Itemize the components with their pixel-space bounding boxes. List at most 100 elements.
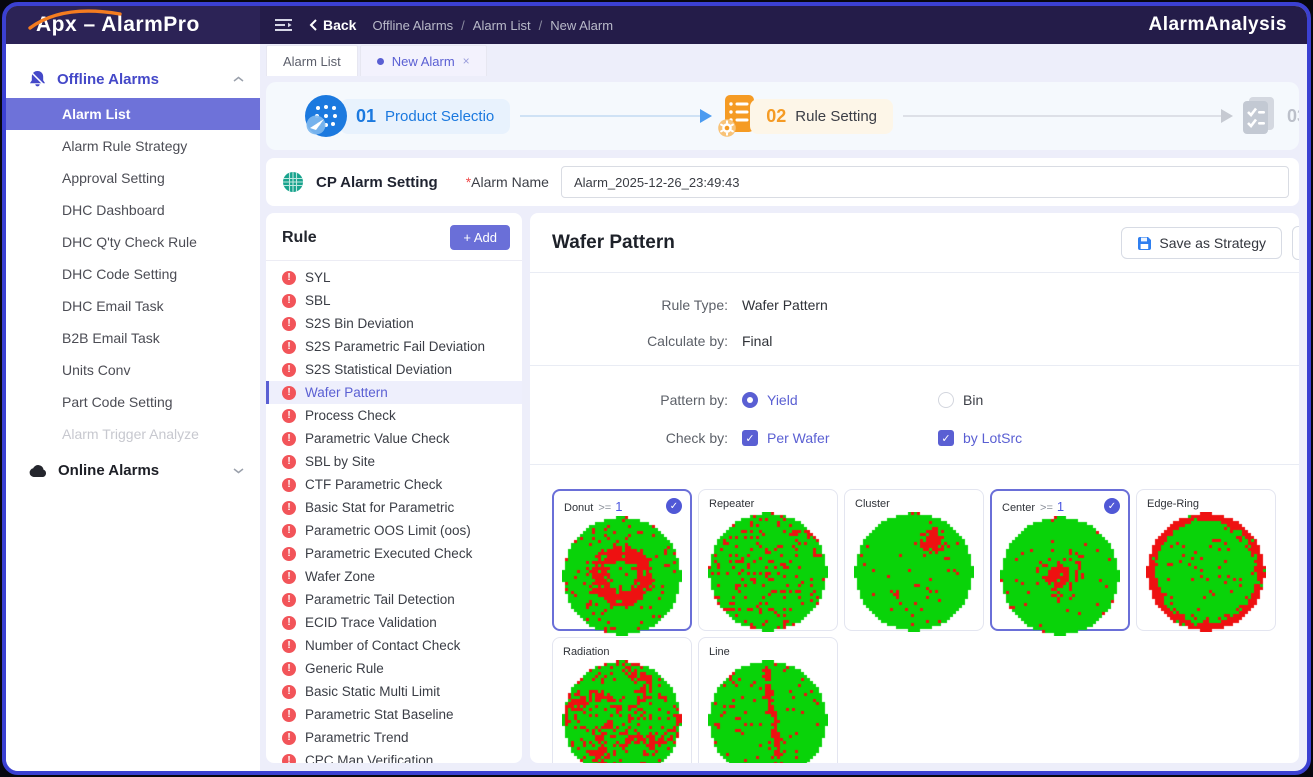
rule-item[interactable]: !Parametric Stat Baseline (266, 703, 522, 726)
breadcrumb-item[interactable]: Alarm List (473, 18, 531, 33)
main-area: Alarm List New Alarm × (260, 44, 1307, 771)
rule-item[interactable]: !Generic Rule (266, 657, 522, 680)
sidebar-item-dhc-code-setting[interactable]: DHC Code Setting (6, 258, 260, 290)
pattern-card-center[interactable]: Center>=1✓ (990, 489, 1130, 631)
rule-item[interactable]: ! SYL (266, 266, 522, 289)
close-icon[interactable]: × (463, 54, 470, 68)
rule-item[interactable]: !Wafer Pattern (266, 381, 522, 404)
rule-label: SYL (305, 270, 331, 285)
breadcrumb-item[interactable]: New Alarm (550, 18, 613, 33)
sidebar-item-dhc-dashboard[interactable]: DHC Dashboard (6, 194, 260, 226)
product-selection-icon (304, 94, 348, 138)
check-badge-icon: ✓ (1104, 498, 1120, 514)
pattern-card-cluster[interactable]: Cluster (844, 489, 984, 631)
rule-item[interactable]: !Basic Static Multi Limit (266, 680, 522, 703)
rule-item[interactable]: !Number of Contact Check (266, 634, 522, 657)
error-icon: ! (282, 294, 296, 308)
error-icon: ! (282, 271, 296, 285)
error-icon: ! (282, 708, 296, 722)
alarm-name-input[interactable] (561, 166, 1289, 198)
chevron-up-icon[interactable] (233, 76, 244, 83)
threshold-value[interactable]: 1 (1057, 499, 1064, 514)
sidebar-item-alarm-trigger-analyze[interactable]: Alarm Trigger Analyze (6, 418, 260, 450)
wizard-step-product-selection[interactable]: 01 Product Selectio (304, 94, 510, 138)
rule-label: Wafer Pattern (305, 385, 388, 400)
step-number: 02 (766, 106, 786, 127)
pattern-card-header: Line (699, 638, 837, 658)
pattern-card-header: Edge-Ring (1137, 490, 1275, 510)
pattern-name: Radiation (563, 646, 609, 658)
pattern-name: Repeater (709, 498, 754, 510)
error-icon: ! (282, 731, 296, 745)
wizard-step-rule-setting[interactable]: 02 Rule Setting (716, 94, 893, 138)
back-label: Back (323, 17, 356, 33)
breadcrumb-separator: / (539, 18, 543, 33)
rule-item[interactable]: !Parametric Value Check (266, 427, 522, 450)
rule-item[interactable]: ! Parametric Trend (266, 726, 522, 749)
pattern-card-radiation[interactable]: Radiation (552, 637, 692, 763)
sidebar-item-dhc-email-task[interactable]: DHC Email Task (6, 290, 260, 322)
detail-form: Rule Type: Wafer Pattern Calculate by: F… (530, 273, 1299, 365)
sidebar-item-approval-setting[interactable]: Approval Setting (6, 162, 260, 194)
calculate-by-value: Final (742, 333, 772, 349)
wafer-map (854, 512, 974, 632)
pattern-name: Line (709, 646, 730, 658)
rule-label: Parametric Trend (305, 730, 409, 745)
sidebar-item-part-code-setting[interactable]: Part Code Setting (6, 386, 260, 418)
threshold-value[interactable]: 1 (615, 499, 622, 514)
rule-item[interactable]: !SBL by Site (266, 450, 522, 473)
sidebar-section-offline-alarms[interactable]: Offline Alarms (6, 60, 260, 98)
breadcrumb-item[interactable]: Offline Alarms (372, 18, 453, 33)
back-button[interactable]: Back (309, 17, 356, 33)
more-actions-button[interactable] (1292, 226, 1299, 260)
tab-new-alarm[interactable]: New Alarm × (360, 45, 487, 76)
rule-item[interactable]: !Parametric Executed Check (266, 542, 522, 565)
radio-yield[interactable]: Yield (742, 392, 938, 408)
rule-item[interactable]: !CTF Parametric Check (266, 473, 522, 496)
wafer-map (708, 512, 828, 632)
rule-detail-panel: Wafer Pattern Save as Strategy Rule Type… (530, 213, 1299, 763)
pattern-card-line[interactable]: Line (698, 637, 838, 763)
wizard-step-3[interactable]: 03 (1237, 94, 1299, 138)
tab-alarm-list[interactable]: Alarm List (266, 45, 358, 76)
pattern-by-label: Pattern by: (530, 392, 728, 408)
menu-icon[interactable] (274, 18, 293, 32)
add-rule-button[interactable]: + Add (450, 225, 510, 250)
pattern-card-donut[interactable]: Donut>=1✓ (552, 489, 692, 631)
pattern-card-repeater[interactable]: Repeater (698, 489, 838, 631)
rule-item[interactable]: !S2S Parametric Fail Deviation (266, 335, 522, 358)
step-label: Product Selectio (385, 108, 494, 125)
rule-item[interactable]: !Wafer Zone (266, 565, 522, 588)
rule-panel-header: Rule + Add (266, 223, 522, 261)
checkbox-by-lotsrc[interactable]: ✓ by LotSrc (938, 430, 1022, 446)
radio-unselected-icon (938, 392, 954, 408)
save-as-strategy-button[interactable]: Save as Strategy (1121, 227, 1282, 259)
chevron-left-icon (309, 19, 317, 31)
sidebar-item-alarm-rule-strategy[interactable]: Alarm Rule Strategy (6, 130, 260, 162)
rule-panel-title: Rule (282, 229, 317, 247)
sidebar-item-dhc-q-ty-check-rule[interactable]: DHC Q'ty Check Rule (6, 226, 260, 258)
checkbox-per-wafer[interactable]: ✓ Per Wafer (742, 430, 938, 446)
rule-type-value: Wafer Pattern (742, 297, 828, 313)
sidebar-item-alarm-list[interactable]: Alarm List (6, 98, 260, 130)
sidebar-item-b2b-email-task[interactable]: B2B Email Task (6, 322, 260, 354)
rule-item[interactable]: !Process Check (266, 404, 522, 427)
rule-item[interactable]: !Parametric OOS Limit (oos) (266, 519, 522, 542)
pattern-card-edge-ring[interactable]: Edge-Ring (1136, 489, 1276, 631)
radio-bin[interactable]: Bin (938, 392, 983, 408)
error-icon: ! (282, 524, 296, 538)
check-badge-icon: ✓ (666, 498, 682, 514)
rule-item[interactable]: !S2S Statistical Deviation (266, 358, 522, 381)
step-label: Rule Setting (795, 108, 877, 125)
rule-item[interactable]: !Basic Stat for Parametric (266, 496, 522, 519)
rule-type-label: Rule Type: (530, 297, 728, 313)
rule-item[interactable]: !S2S Bin Deviation (266, 312, 522, 335)
rule-item[interactable]: !CPC Map Verification (266, 749, 522, 763)
rule-item[interactable]: !Parametric Tail Detection (266, 588, 522, 611)
chevron-down-icon[interactable] (233, 467, 244, 474)
step-connector (520, 115, 700, 117)
rule-item[interactable]: !SBL (266, 289, 522, 312)
sidebar-section-online-alarms[interactable]: Online Alarms (6, 452, 260, 489)
sidebar-item-units-conv[interactable]: Units Conv (6, 354, 260, 386)
rule-item[interactable]: !ECID Trace Validation (266, 611, 522, 634)
